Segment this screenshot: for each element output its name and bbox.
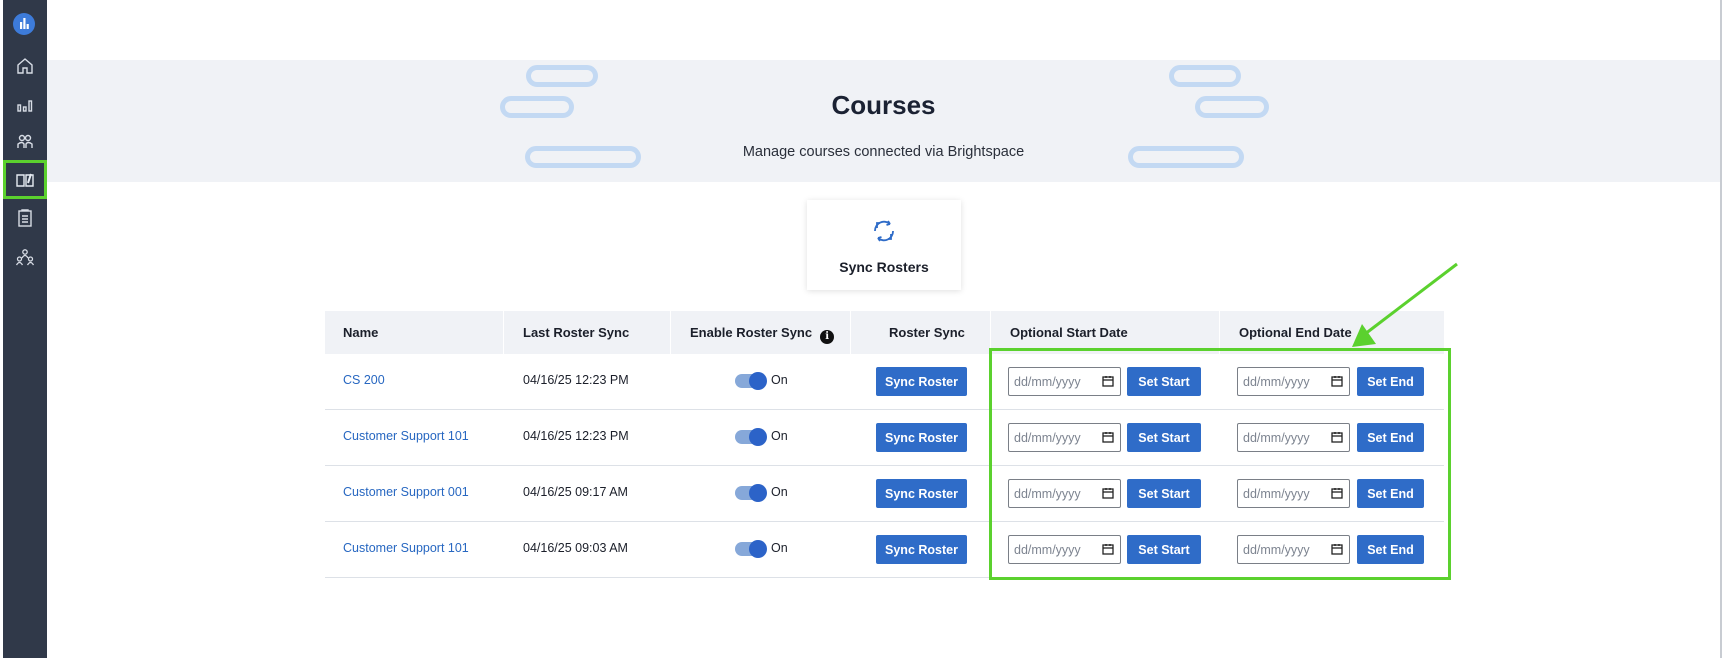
toggle-knob <box>749 372 767 390</box>
roster-sync-toggle[interactable] <box>735 428 767 446</box>
toggle-knob <box>749 428 767 446</box>
column-header-end-date: Optional End Date <box>1239 325 1352 340</box>
sync-roster-button[interactable]: Sync Roster <box>876 423 967 452</box>
course-name-link[interactable]: Customer Support 101 <box>343 429 469 443</box>
home-icon[interactable] <box>15 56 35 76</box>
team-icon[interactable] <box>15 247 35 267</box>
page-header: Courses Manage courses connected via Bri… <box>47 60 1720 182</box>
column-divider <box>670 311 671 354</box>
course-name-link[interactable]: Customer Support 001 <box>343 485 469 499</box>
sync-roster-button[interactable]: Sync Roster <box>876 367 967 396</box>
sync-roster-button[interactable]: Sync Roster <box>876 479 967 508</box>
page-title: Courses <box>831 90 936 120</box>
course-name-link[interactable]: Customer Support 101 <box>343 541 469 555</box>
roster-sync-toggle[interactable] <box>735 484 767 502</box>
last-sync-time: 04/16/25 09:17 AM <box>523 485 628 499</box>
clipboard-icon[interactable] <box>15 208 35 228</box>
sync-icon <box>869 216 899 246</box>
column-divider <box>850 311 851 354</box>
enable-sync-header-label: Enable Roster Sync <box>690 325 813 340</box>
roster-sync-toggle[interactable] <box>735 372 767 390</box>
decor-pill <box>1169 65 1241 87</box>
page-subtitle: Manage courses connected via Brightspace <box>742 144 1025 160</box>
course-name-link[interactable]: CS 200 <box>343 373 385 387</box>
bar-chart-icon[interactable] <box>15 94 35 114</box>
info-icon[interactable]: i <box>820 330 835 344</box>
toggle-state-label: On <box>771 485 788 499</box>
users-icon[interactable] <box>15 132 35 152</box>
column-header-name: Name <box>343 325 379 340</box>
column-header-start-date: Optional Start Date <box>1010 325 1128 340</box>
brand-logo[interactable] <box>13 13 35 35</box>
sync-rosters-button[interactable]: Sync Rosters <box>807 200 961 290</box>
date-columns-highlight <box>989 348 1451 580</box>
active-nav-highlight <box>3 160 47 199</box>
column-divider <box>503 311 504 354</box>
last-sync-time: 04/16/25 12:23 PM <box>523 429 629 443</box>
toggle-state-label: On <box>771 429 788 443</box>
sync-rosters-label: Sync Rosters <box>839 259 929 275</box>
last-sync-time: 04/16/25 09:03 AM <box>523 541 628 555</box>
column-header-enable-sync: Enable Roster Sync i <box>690 325 835 344</box>
toggle-knob <box>749 484 767 502</box>
column-header-roster-sync: Roster Sync <box>889 325 965 340</box>
sidebar-nav <box>3 0 47 658</box>
roster-sync-toggle[interactable] <box>735 540 767 558</box>
column-header-last-sync: Last Roster Sync <box>523 325 630 340</box>
last-sync-time: 04/16/25 12:23 PM <box>523 373 629 387</box>
sync-roster-button[interactable]: Sync Roster <box>876 535 967 564</box>
toggle-state-label: On <box>771 373 788 387</box>
decor-pill <box>526 65 598 87</box>
toggle-knob <box>749 540 767 558</box>
logo-bars-icon <box>20 18 29 29</box>
toggle-state-label: On <box>771 541 788 555</box>
annotation-arrow-icon <box>1352 262 1458 347</box>
scrollbar-track[interactable] <box>1720 0 1722 658</box>
